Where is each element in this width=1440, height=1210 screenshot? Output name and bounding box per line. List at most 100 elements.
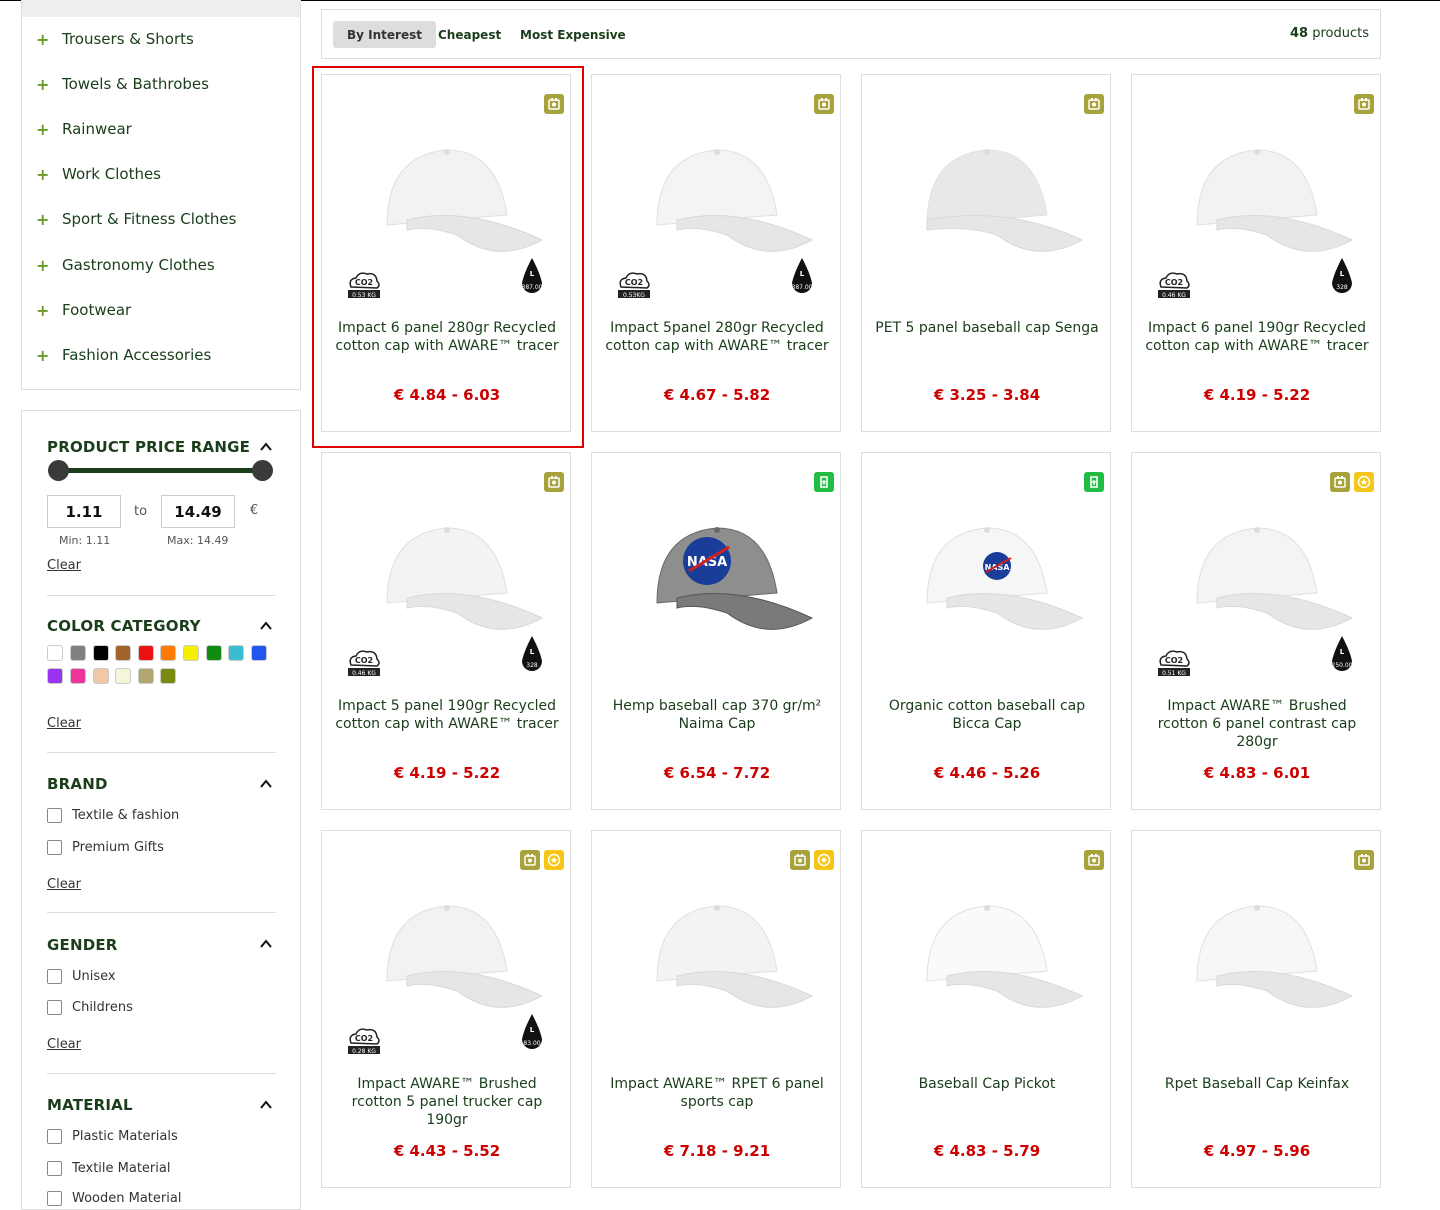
sustainable-badge-icon [1084,94,1104,114]
material-option-textile[interactable]: Textile Material [47,1161,170,1176]
product-card[interactable]: CO2 0.51 KG L 250.00 Impact AWARE™ Brushed r… [1131,452,1381,810]
product-name[interactable]: Hemp baseball cap 370 gr/m² Naima Cap [602,697,832,733]
product-name[interactable]: Rpet Baseball Cap Keinfax [1142,1075,1372,1093]
brand-option-premium-gifts[interactable]: Premium Gifts [47,840,164,855]
category-panel: + Trousers & Shorts + Towels & Bathrobes +… [21,0,301,390]
product-card[interactable]: PET 5 panel baseball cap Senga € 3.25 - 3… [861,74,1111,432]
svg-text:L: L [1340,270,1345,278]
category-work-clothes[interactable]: + Work Clothes [36,162,161,186]
svg-text:L: L [1340,648,1345,656]
material-option-wooden[interactable]: Wooden Material [47,1191,181,1206]
color-swatch[interactable] [138,668,154,684]
sort-by-interest-button[interactable]: By Interest [333,21,436,48]
color-swatch[interactable] [93,645,109,661]
price-max-input[interactable]: 14.49 [161,495,235,528]
product-card[interactable]: CO2 0.46 KG L 328 Impact 5 panel 190gr Recyc… [321,452,571,810]
sustainable-badge-icon [1084,850,1104,870]
material-title: MATERIAL [47,1096,133,1114]
checkbox[interactable] [47,840,62,855]
color-swatch[interactable] [160,668,176,684]
chevron-up-icon[interactable] [259,937,273,951]
product-name[interactable]: Baseball Cap Pickot [872,1075,1102,1093]
product-card[interactable]: Impact AWARE™ RPET 6 panel sports cap € 7… [591,830,841,1188]
product-name[interactable]: Impact AWARE™ RPET 6 panel sports cap [602,1075,832,1111]
color-swatch[interactable] [183,645,199,661]
category-label: Fashion Accessories [62,346,212,364]
price-clear-link[interactable]: Clear [47,558,81,573]
product-card[interactable]: Baseball Cap Pickot € 4.83 - 5.79 [861,830,1111,1188]
product-image[interactable] [1157,861,1357,1061]
color-clear-link[interactable]: Clear [47,716,81,731]
divider [47,595,276,596]
category-towels-bathrobes[interactable]: + Towels & Bathrobes [36,72,209,96]
color-swatch[interactable] [138,645,154,661]
plus-icon: + [36,255,50,275]
color-swatch[interactable] [228,645,244,661]
product-name[interactable]: Impact 5panel 280gr Recycled cotton cap … [602,319,832,355]
water-drop-icon: L 83.00 [520,1013,544,1053]
product-name[interactable]: Impact 6 panel 190gr Recycled cotton cap… [1142,319,1372,355]
gender-option-childrens[interactable]: Childrens [47,1000,133,1015]
checkbox[interactable] [47,1000,62,1015]
color-swatch[interactable] [206,645,222,661]
category-gastronomy[interactable]: + Gastronomy Clothes [36,253,215,277]
svg-text:L: L [530,1026,535,1034]
sort-most-expensive-button[interactable]: Most Expensive [506,21,640,48]
product-name[interactable]: Impact AWARE™ Brushed rcotton 5 panel tr… [332,1075,562,1129]
product-image[interactable] [887,105,1087,305]
color-swatch[interactable] [70,645,86,661]
recycle-badge-icon [814,472,834,492]
gender-clear-link[interactable]: Clear [47,1037,81,1052]
category-footwear[interactable]: + Footwear [36,298,131,322]
product-name[interactable]: PET 5 panel baseball cap Senga [872,319,1102,337]
gender-option-unisex[interactable]: Unisex [47,969,116,984]
color-swatch[interactable] [47,668,63,684]
color-swatch[interactable] [160,645,176,661]
product-image[interactable]: NASA [617,483,817,683]
product-card[interactable]: NASA Organic cotton baseball cap Bicca Ca… [861,452,1111,810]
product-card[interactable]: CO2 0.28 KG L 83.00 Impact AWARE™ Brushed rc… [321,830,571,1188]
category-fashion-accessories[interactable]: + Fashion Accessories [36,343,211,367]
color-swatch[interactable] [115,668,131,684]
product-name[interactable]: Impact 6 panel 280gr Recycled cotton cap… [332,319,562,355]
color-swatch[interactable] [251,645,267,661]
checkbox[interactable] [47,1129,62,1144]
product-image[interactable] [887,861,1087,1061]
material-option-plastic[interactable]: Plastic Materials [47,1129,178,1144]
price-slider-min-handle[interactable] [48,460,69,481]
category-rainwear[interactable]: + Rainwear [36,117,132,141]
category-sport-fitness[interactable]: + Sport & Fitness Clothes [36,207,236,231]
option-label: Wooden Material [72,1191,182,1206]
chevron-up-icon[interactable] [259,440,273,454]
product-name[interactable]: Organic cotton baseball cap Bicca Cap [872,697,1102,733]
product-image[interactable] [617,861,817,1061]
category-label: Work Clothes [62,165,162,183]
product-card[interactable]: Rpet Baseball Cap Keinfax € 4.97 - 5.96 [1131,830,1381,1188]
product-card[interactable]: CO2 0.46 KG L 328 Impact 6 panel 190gr Recyc… [1131,74,1381,432]
chevron-up-icon[interactable] [259,1098,273,1112]
product-card[interactable]: NASA Hemp baseball cap 370 gr/m² Naima Ca… [591,452,841,810]
price-slider-track[interactable] [58,468,263,473]
price-min-input[interactable]: 1.11 [47,495,121,528]
chevron-up-icon[interactable] [259,619,273,633]
color-swatch[interactable] [47,645,63,661]
product-card[interactable]: CO2 0.53KG L 387.00 Impact 5panel 280gr Recy… [591,74,841,432]
color-swatch[interactable] [70,668,86,684]
product-card[interactable]: CO2 0.53 KG L 387.00 Impact 6 panel 280gr Re… [321,74,571,432]
checkbox[interactable] [47,969,62,984]
brand-option-textile-fashion[interactable]: Textile & fashion [47,808,179,823]
sort-cheapest-button[interactable]: Cheapest [424,21,515,48]
product-image[interactable]: NASA [887,483,1087,683]
product-name[interactable]: Impact AWARE™ Brushed rcotton 6 panel co… [1142,697,1372,751]
color-swatch[interactable] [93,668,109,684]
price-slider-max-handle[interactable] [252,460,273,481]
brand-clear-link[interactable]: Clear [47,877,81,892]
category-trousers-shorts[interactable]: + Trousers & Shorts [36,27,194,51]
checkbox[interactable] [47,1191,62,1206]
product-name[interactable]: Impact 5 panel 190gr Recycled cotton cap… [332,697,562,733]
chevron-up-icon[interactable] [259,777,273,791]
checkbox[interactable] [47,808,62,823]
product-price: € 4.84 - 6.03 [393,386,501,404]
checkbox[interactable] [47,1161,62,1176]
color-swatch[interactable] [115,645,131,661]
